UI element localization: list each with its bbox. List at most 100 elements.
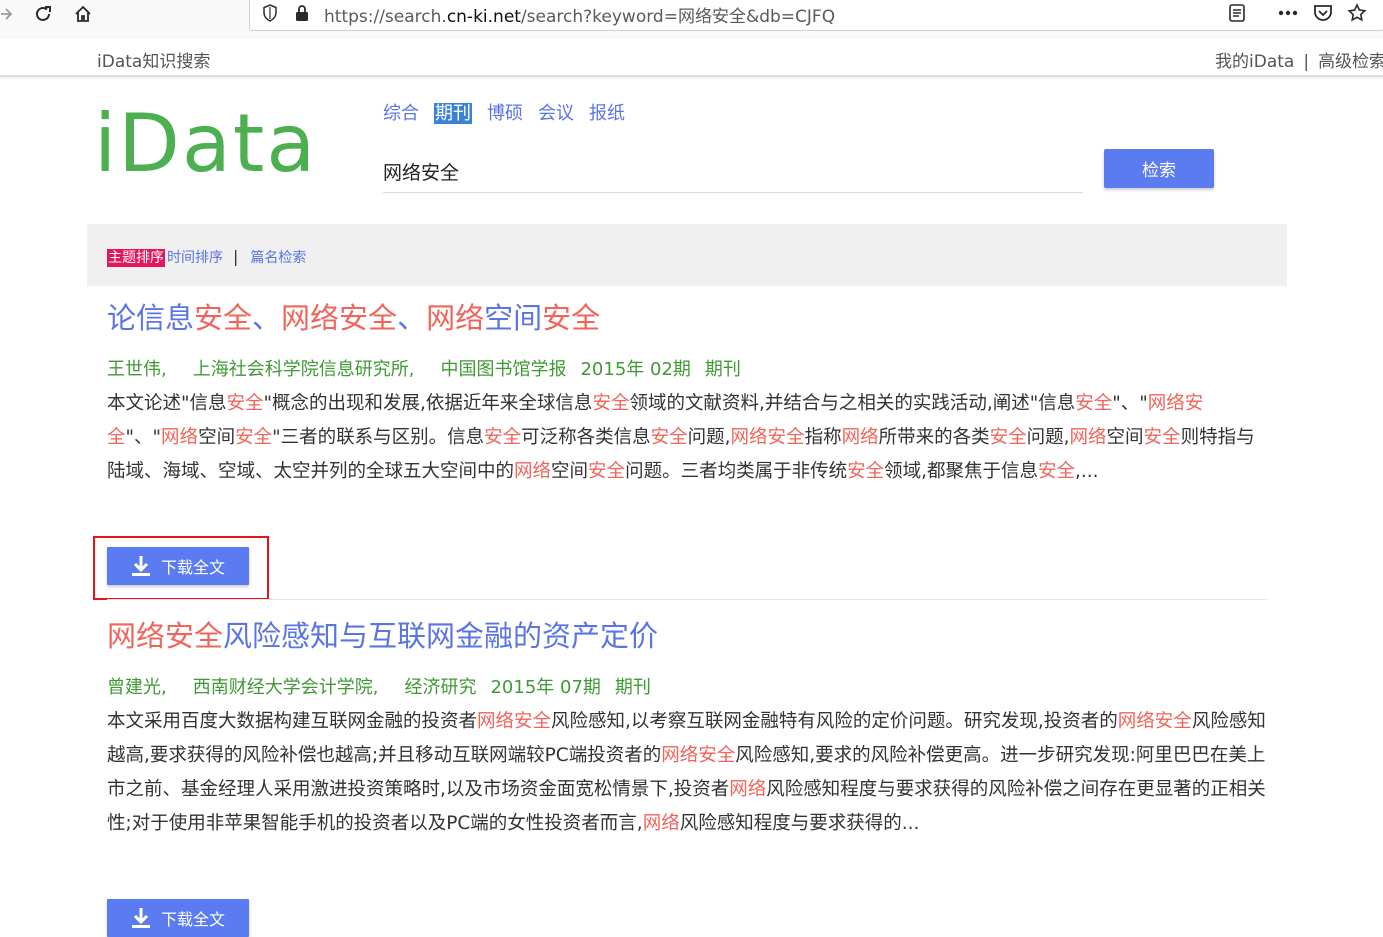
text-segment: 、 bbox=[397, 301, 427, 335]
sort-separator: | bbox=[233, 247, 239, 266]
text-segment: 风险感知,以考察互联网金融特有风险的定价问题。研究发现,投资者的 bbox=[551, 711, 1118, 732]
download-icon bbox=[131, 908, 150, 928]
download-button[interactable]: 下载全文 bbox=[107, 547, 249, 585]
result-author[interactable]: 曾建光, bbox=[107, 677, 167, 698]
site-top-bar: iData知识搜索 我的iData | 高级检索 bbox=[0, 38, 1383, 77]
text-segment: ,... bbox=[1075, 461, 1099, 482]
idata-logo[interactable]: iData bbox=[94, 96, 317, 192]
lock-icon[interactable] bbox=[288, 0, 316, 27]
sort-options: 主题排序 时间排序 | 篇名检索 bbox=[107, 247, 306, 267]
pocket-icon[interactable] bbox=[1309, 0, 1337, 27]
keyword-highlight: 网络 bbox=[729, 779, 767, 800]
text-segment: 问题。三者均类属于非传统 bbox=[625, 461, 848, 482]
download-label: 下载全文 bbox=[160, 558, 225, 577]
search-input[interactable] bbox=[383, 150, 1083, 193]
result-item: 论信息安全、网络安全、网络空间安全 王世伟, 上海社会科学院信息研究所, 中国图书馆… bbox=[107, 298, 1267, 489]
keyword-highlight: 安全 bbox=[484, 427, 522, 448]
text-segment: "、" bbox=[1112, 393, 1148, 414]
result-meta: 王世伟, 上海社会科学院信息研究所, 中国图书馆学报 2015年 02期 期刊 bbox=[107, 357, 1267, 383]
tab-journal[interactable]: 期刊 bbox=[434, 103, 472, 124]
reload-icon[interactable] bbox=[29, 0, 57, 28]
keyword-highlight: 网络 bbox=[161, 427, 199, 448]
result-divider bbox=[107, 599, 1267, 600]
advanced-search-link[interactable]: 高级检索 bbox=[1318, 52, 1383, 72]
sort-by-time[interactable]: 时间排序 bbox=[167, 250, 223, 266]
result-type: 期刊 bbox=[704, 359, 741, 380]
tab-comprehensive[interactable]: 综合 bbox=[383, 103, 419, 124]
keyword-highlight: 安全 bbox=[235, 427, 273, 448]
keyword-highlight: 安全 bbox=[650, 427, 688, 448]
keyword-highlight: 网络安全 bbox=[661, 745, 736, 766]
title-search-link[interactable]: 篇名检索 bbox=[250, 250, 306, 266]
bookmark-star-icon[interactable] bbox=[1343, 0, 1371, 27]
text-segment: 问题, bbox=[687, 427, 731, 448]
text-segment: 问题, bbox=[1026, 427, 1070, 448]
text-segment: 空间 bbox=[551, 461, 589, 482]
keyword-highlight: 安全 bbox=[226, 393, 264, 414]
text-segment: "、" bbox=[125, 427, 162, 448]
keyword-highlight: 网络安全 bbox=[730, 427, 805, 448]
keyword-highlight: 安全 bbox=[1143, 427, 1181, 448]
tab-conference[interactable]: 会议 bbox=[538, 103, 574, 124]
download-icon bbox=[131, 556, 150, 576]
result-abstract: 本文采用百度大数据构建互联网金融的投资者网络安全风险感知,以考察互联网金融特有风… bbox=[107, 705, 1267, 841]
keyword-highlight: 安全 bbox=[989, 427, 1027, 448]
keyword-highlight: 安全 bbox=[847, 461, 885, 482]
keyword-highlight: 安全 bbox=[1075, 393, 1113, 414]
text-segment: 领域,都聚焦于信息 bbox=[884, 461, 1038, 482]
tab-thesis[interactable]: 博硕 bbox=[487, 103, 523, 124]
text-segment: 空间 bbox=[198, 427, 236, 448]
site-links: 我的iData | 高级检索 bbox=[1215, 47, 1383, 72]
result-author[interactable]: 王世伟, bbox=[107, 359, 167, 380]
keyword-highlight: 安全 bbox=[194, 301, 253, 335]
result-institution[interactable]: 上海社会科学院信息研究所, bbox=[193, 359, 415, 380]
result-institution[interactable]: 西南财经大学会计学院, bbox=[193, 677, 379, 698]
more-actions-icon[interactable] bbox=[1274, 0, 1302, 27]
home-icon[interactable] bbox=[69, 0, 97, 28]
my-idata-link[interactable]: 我的iData bbox=[1215, 52, 1294, 72]
text-segment: 所带来的各类 bbox=[878, 427, 990, 448]
keyword-highlight: 安全 bbox=[588, 461, 626, 482]
result-journal[interactable]: 中国图书馆学报 bbox=[440, 359, 566, 380]
keyword-highlight: 安全 bbox=[1037, 461, 1075, 482]
link-separator: | bbox=[1303, 52, 1310, 72]
keyword-highlight: 网络 bbox=[841, 427, 879, 448]
site-name: iData知识搜索 bbox=[97, 52, 211, 72]
text-segment: 可泛称各类信息 bbox=[521, 427, 651, 448]
result-title[interactable]: 网络安全风险感知与互联网金融的资产定价 bbox=[107, 616, 1267, 656]
reader-view-icon[interactable] bbox=[1223, 0, 1251, 27]
keyword-highlight: 网络 bbox=[1069, 427, 1107, 448]
tab-newspaper[interactable]: 报纸 bbox=[589, 103, 625, 124]
keyword-highlight: 网络 bbox=[514, 461, 552, 482]
text-segment: 论信息 bbox=[107, 301, 195, 335]
result-journal[interactable]: 经济研究 bbox=[404, 677, 476, 698]
shield-icon[interactable] bbox=[256, 0, 284, 27]
result-title[interactable]: 论信息安全、网络安全、网络空间安全 bbox=[107, 298, 1267, 338]
sort-by-topic[interactable]: 主题排序 bbox=[107, 249, 165, 267]
search-button[interactable]: 检索 bbox=[1104, 149, 1214, 188]
result-item: 网络安全风险感知与互联网金融的资产定价 曾建光, 西南财经大学会计学院, 经济研究 2… bbox=[107, 616, 1267, 841]
keyword-highlight: 网络 bbox=[426, 301, 485, 335]
text-segment: 空间 bbox=[484, 301, 543, 335]
text-segment: 指称 bbox=[804, 427, 842, 448]
keyword-highlight: 网络安全 bbox=[477, 711, 552, 732]
text-segment: 空间 bbox=[1106, 427, 1144, 448]
result-meta: 曾建光, 西南财经大学会计学院, 经济研究 2015年 07期 期刊 bbox=[107, 675, 1267, 701]
forward-icon[interactable] bbox=[0, 0, 20, 28]
text-segment: 风险感知与互联网金融的资产定价 bbox=[223, 619, 659, 653]
address-bar[interactable]: https://search.cn-ki.net/search?keyword=… bbox=[249, 0, 1383, 31]
result-abstract: 本文论述"信息安全"概念的出现和发展,依据近年来全球信息安全领域的文献资料,并结… bbox=[107, 387, 1267, 489]
text-segment: 领域的文献资料,并结合与之相关的实践活动,阐述"信息 bbox=[629, 393, 1076, 414]
keyword-highlight: 网络安全 bbox=[1117, 711, 1192, 732]
result-issue: 2015年 07期 bbox=[490, 677, 601, 698]
result-type: 期刊 bbox=[614, 677, 651, 698]
url-text[interactable]: https://search.cn-ki.net/search?keyword=… bbox=[324, 2, 835, 27]
download-button[interactable]: 下载全文 bbox=[107, 899, 249, 937]
download-label: 下载全文 bbox=[160, 910, 225, 929]
text-segment: 本文论述"信息 bbox=[107, 393, 227, 414]
result-issue: 2015年 02期 bbox=[580, 359, 691, 380]
keyword-highlight: 安全 bbox=[542, 301, 601, 335]
text-segment: 风险感知程度与要求获得的... bbox=[679, 813, 920, 834]
text-segment: "三者的联系与区别。信息 bbox=[272, 427, 485, 448]
search-type-tabs: 综合 期刊 博硕 会议 报纸 bbox=[383, 99, 640, 125]
